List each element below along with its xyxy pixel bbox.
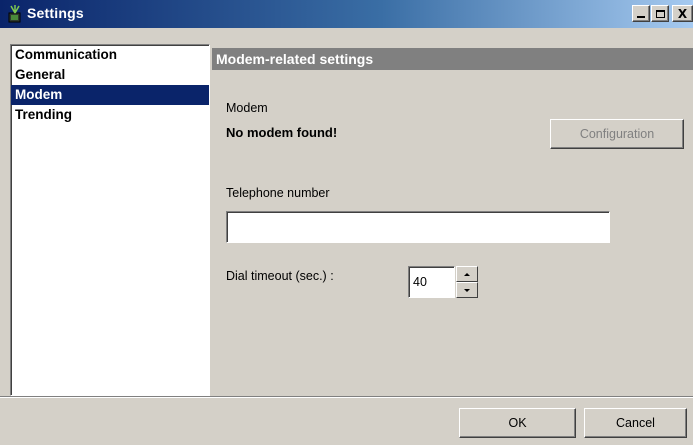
window-title: Settings <box>27 5 84 21</box>
configuration-button[interactable]: Configuration <box>550 119 684 149</box>
dial-timeout-label: Dial timeout (sec.) : <box>226 269 334 283</box>
spin-up-button[interactable] <box>456 266 478 282</box>
app-icon <box>8 5 21 23</box>
modem-label: Modem <box>226 101 268 115</box>
title-bar: Settings X <box>0 0 693 28</box>
footer-divider <box>0 396 693 398</box>
maximize-button[interactable] <box>651 5 669 22</box>
nav-item-modem[interactable]: Modem <box>11 85 209 105</box>
dial-timeout-input[interactable]: 40 <box>408 266 455 298</box>
close-icon: X <box>677 6 688 21</box>
nav-item-general[interactable]: General <box>11 65 209 85</box>
spin-down-button[interactable] <box>456 282 478 298</box>
arrow-down-icon <box>464 288 470 292</box>
telephone-number-label: Telephone number <box>226 186 330 200</box>
settings-category-list[interactable]: Communication General Modem Trending <box>10 44 210 396</box>
maximize-icon <box>655 9 665 18</box>
arrow-up-icon <box>464 272 470 276</box>
telephone-number-input[interactable] <box>226 211 610 243</box>
nav-item-trending[interactable]: Trending <box>11 105 209 125</box>
minimize-button[interactable] <box>632 5 650 22</box>
nav-item-communication[interactable]: Communication <box>11 45 209 65</box>
section-header: Modem-related settings <box>212 48 693 70</box>
ok-button[interactable]: OK <box>459 408 576 438</box>
close-button[interactable]: X <box>672 5 693 22</box>
minimize-icon <box>637 16 645 18</box>
cancel-button[interactable]: Cancel <box>584 408 687 438</box>
modem-status: No modem found! <box>226 125 338 140</box>
